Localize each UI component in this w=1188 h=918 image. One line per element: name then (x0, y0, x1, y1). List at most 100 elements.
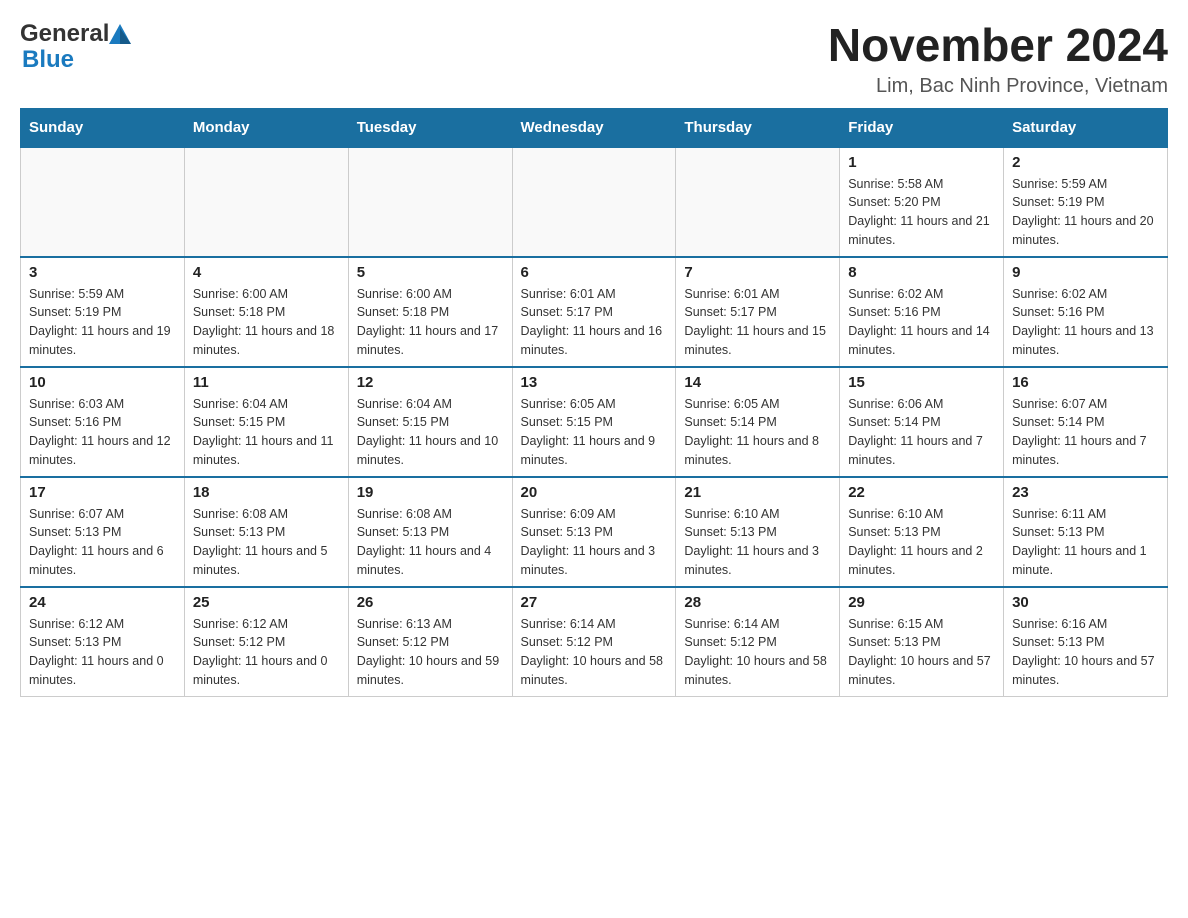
calendar-cell: 2 Sunrise: 5:59 AM Sunset: 5:19 PM Daylig… (1004, 147, 1168, 257)
page-header: General Blue November 2024 Lim, Bac Ninh… (20, 20, 1168, 98)
week-row-4: 17Sunrise: 6:07 AM Sunset: 5:13 PM Dayli… (21, 477, 1168, 587)
sun-info: Sunrise: 6:14 AM Sunset: 5:12 PM Dayligh… (521, 615, 668, 690)
calendar-cell: 7 Sunrise: 6:01 AM Sunset: 5:17 PM Daylig… (676, 257, 840, 367)
calendar-cell: 21 Sunrise: 6:10 AM Sunset: 5:13 PM Dayli… (676, 477, 840, 587)
calendar-cell (21, 147, 185, 257)
calendar-cell: 4 Sunrise: 6:00 AM Sunset: 5:18 PM Daylig… (184, 257, 348, 367)
sun-info: Sunrise: 6:07 AM Sunset: 5:14 PM Dayligh… (1012, 395, 1159, 470)
calendar-cell: 20 Sunrise: 6:09 AM Sunset: 5:13 PM Dayli… (512, 477, 676, 587)
sun-info: Sunrise: 6:04 AM Sunset: 5:15 PM Dayligh… (357, 395, 504, 470)
sun-info: Sunrise: 6:12 AM Sunset: 5:13 PM Dayligh… (29, 615, 176, 690)
day-number: 12 (357, 374, 504, 391)
sun-info: Sunrise: 6:05 AM Sunset: 5:15 PM Dayligh… (521, 395, 668, 470)
day-number: 4 (193, 264, 340, 281)
day-number: 7 (684, 264, 831, 281)
calendar-cell: 5 Sunrise: 6:00 AM Sunset: 5:18 PM Daylig… (348, 257, 512, 367)
calendar-cell: 6 Sunrise: 6:01 AM Sunset: 5:17 PM Daylig… (512, 257, 676, 367)
calendar-cell: 26 Sunrise: 6:13 AM Sunset: 5:12 PM Dayli… (348, 587, 512, 697)
logo-blue-text: Blue (22, 46, 74, 73)
day-number: 21 (684, 484, 831, 501)
day-number: 30 (1012, 594, 1159, 611)
sun-info: Sunrise: 6:16 AM Sunset: 5:13 PM Dayligh… (1012, 615, 1159, 690)
day-number: 6 (521, 264, 668, 281)
day-header-friday: Friday (840, 108, 1004, 147)
day-number: 14 (684, 374, 831, 391)
sun-info: Sunrise: 5:59 AM Sunset: 5:19 PM Dayligh… (29, 285, 176, 360)
day-number: 9 (1012, 264, 1159, 281)
logo: General Blue (20, 20, 131, 74)
location: Lim, Bac Ninh Province, Vietnam (828, 75, 1168, 98)
day-header-sunday: Sunday (21, 108, 185, 147)
day-number: 18 (193, 484, 340, 501)
day-number: 20 (521, 484, 668, 501)
calendar-cell: 11 Sunrise: 6:04 AM Sunset: 5:15 PM Dayli… (184, 367, 348, 477)
day-number: 28 (684, 594, 831, 611)
calendar-header-row: SundayMondayTuesdayWednesdayThursdayFrid… (21, 108, 1168, 147)
calendar-cell: 8 Sunrise: 6:02 AM Sunset: 5:16 PM Daylig… (840, 257, 1004, 367)
day-header-monday: Monday (184, 108, 348, 147)
calendar-cell: 24 Sunrise: 6:12 AM Sunset: 5:13 PM Dayli… (21, 587, 185, 697)
calendar-cell: 3 Sunrise: 5:59 AM Sunset: 5:19 PM Daylig… (21, 257, 185, 367)
calendar-cell: 16 Sunrise: 6:07 AM Sunset: 5:14 PM Dayli… (1004, 367, 1168, 477)
day-number: 19 (357, 484, 504, 501)
day-number: 5 (357, 264, 504, 281)
day-number: 13 (521, 374, 668, 391)
calendar-cell: 14Sunrise: 6:05 AM Sunset: 5:14 PM Dayli… (676, 367, 840, 477)
day-header-tuesday: Tuesday (348, 108, 512, 147)
calendar-cell: 10Sunrise: 6:03 AM Sunset: 5:16 PM Dayli… (21, 367, 185, 477)
day-number: 24 (29, 594, 176, 611)
sun-info: Sunrise: 6:04 AM Sunset: 5:15 PM Dayligh… (193, 395, 340, 470)
calendar-cell: 18 Sunrise: 6:08 AM Sunset: 5:13 PM Dayli… (184, 477, 348, 587)
day-number: 8 (848, 264, 995, 281)
day-number: 29 (848, 594, 995, 611)
day-header-thursday: Thursday (676, 108, 840, 147)
calendar-cell (512, 147, 676, 257)
sun-info: Sunrise: 6:12 AM Sunset: 5:12 PM Dayligh… (193, 615, 340, 690)
week-row-1: 1Sunrise: 5:58 AM Sunset: 5:20 PM Daylig… (21, 147, 1168, 257)
calendar-cell: 12 Sunrise: 6:04 AM Sunset: 5:15 PM Dayli… (348, 367, 512, 477)
day-number: 17 (29, 484, 176, 501)
month-title: November 2024 (828, 20, 1168, 71)
day-number: 25 (193, 594, 340, 611)
sun-info: Sunrise: 5:59 AM Sunset: 5:19 PM Dayligh… (1012, 175, 1159, 250)
sun-info: Sunrise: 6:09 AM Sunset: 5:13 PM Dayligh… (521, 505, 668, 580)
sun-info: Sunrise: 6:08 AM Sunset: 5:13 PM Dayligh… (193, 505, 340, 580)
sun-info: Sunrise: 6:02 AM Sunset: 5:16 PM Dayligh… (848, 285, 995, 360)
sun-info: Sunrise: 6:06 AM Sunset: 5:14 PM Dayligh… (848, 395, 995, 470)
sun-info: Sunrise: 6:13 AM Sunset: 5:12 PM Dayligh… (357, 615, 504, 690)
day-number: 26 (357, 594, 504, 611)
sun-info: Sunrise: 6:03 AM Sunset: 5:16 PM Dayligh… (29, 395, 176, 470)
day-number: 2 (1012, 154, 1159, 171)
sun-info: Sunrise: 6:01 AM Sunset: 5:17 PM Dayligh… (684, 285, 831, 360)
sun-info: Sunrise: 6:00 AM Sunset: 5:18 PM Dayligh… (357, 285, 504, 360)
sun-info: Sunrise: 6:10 AM Sunset: 5:13 PM Dayligh… (684, 505, 831, 580)
calendar-cell: 29 Sunrise: 6:15 AM Sunset: 5:13 PM Dayli… (840, 587, 1004, 697)
calendar-cell (184, 147, 348, 257)
sun-info: Sunrise: 6:00 AM Sunset: 5:18 PM Dayligh… (193, 285, 340, 360)
day-number: 16 (1012, 374, 1159, 391)
logo-general-text: General (20, 20, 109, 48)
day-header-saturday: Saturday (1004, 108, 1168, 147)
day-number: 27 (521, 594, 668, 611)
sun-info: Sunrise: 6:11 AM Sunset: 5:13 PM Dayligh… (1012, 505, 1159, 580)
calendar-cell: 30 Sunrise: 6:16 AM Sunset: 5:13 PM Dayli… (1004, 587, 1168, 697)
day-number: 15 (848, 374, 995, 391)
sun-info: Sunrise: 6:08 AM Sunset: 5:13 PM Dayligh… (357, 505, 504, 580)
logo-icon (109, 24, 131, 44)
day-number: 3 (29, 264, 176, 281)
sun-info: Sunrise: 6:14 AM Sunset: 5:12 PM Dayligh… (684, 615, 831, 690)
calendar-cell: 9Sunrise: 6:02 AM Sunset: 5:16 PM Daylig… (1004, 257, 1168, 367)
calendar-cell (348, 147, 512, 257)
title-section: November 2024 Lim, Bac Ninh Province, Vi… (828, 20, 1168, 98)
week-row-5: 24 Sunrise: 6:12 AM Sunset: 5:13 PM Dayli… (21, 587, 1168, 697)
day-header-wednesday: Wednesday (512, 108, 676, 147)
calendar-cell: 17Sunrise: 6:07 AM Sunset: 5:13 PM Dayli… (21, 477, 185, 587)
sun-info: Sunrise: 6:01 AM Sunset: 5:17 PM Dayligh… (521, 285, 668, 360)
calendar-cell: 27 Sunrise: 6:14 AM Sunset: 5:12 PM Dayli… (512, 587, 676, 697)
day-number: 11 (193, 374, 340, 391)
sun-info: Sunrise: 6:15 AM Sunset: 5:13 PM Dayligh… (848, 615, 995, 690)
calendar-cell: 19 Sunrise: 6:08 AM Sunset: 5:13 PM Dayli… (348, 477, 512, 587)
sun-info: Sunrise: 6:10 AM Sunset: 5:13 PM Dayligh… (848, 505, 995, 580)
sun-info: Sunrise: 5:58 AM Sunset: 5:20 PM Dayligh… (848, 175, 995, 250)
week-row-3: 10Sunrise: 6:03 AM Sunset: 5:16 PM Dayli… (21, 367, 1168, 477)
